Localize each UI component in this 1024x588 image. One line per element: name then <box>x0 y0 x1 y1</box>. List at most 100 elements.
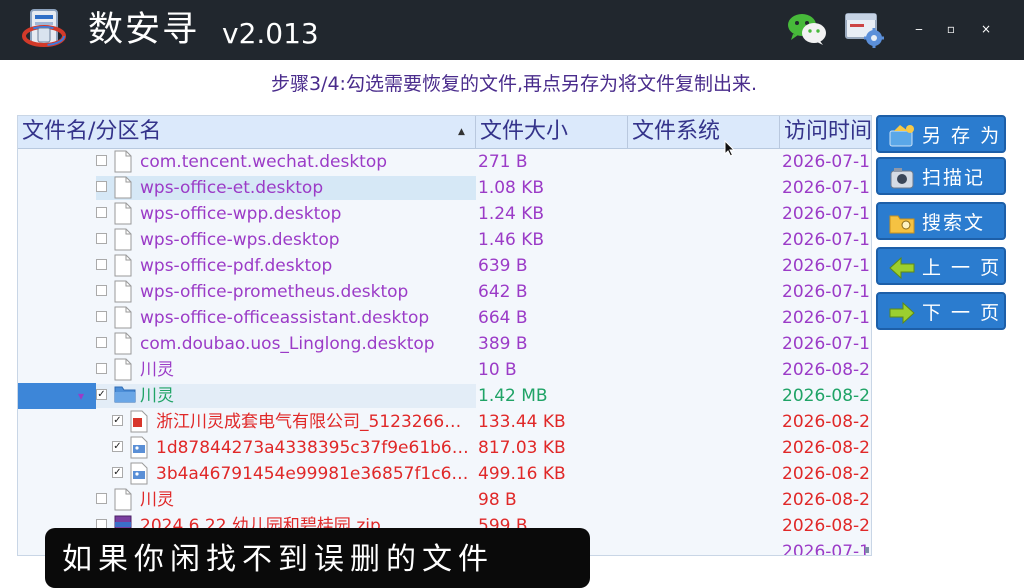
image-icon <box>130 462 148 485</box>
table-row[interactable]: wps-office-wps.desktop 1.46 KB 2026-07-1 <box>18 227 871 253</box>
file-name: wps-office-officeassistant.desktop <box>140 308 430 328</box>
file-size: 1.24 KB <box>478 204 545 224</box>
row-checkbox[interactable]: ✓ <box>96 389 107 400</box>
file-name: com.tencent.wechat.desktop <box>140 152 388 172</box>
image-icon <box>130 436 148 459</box>
arrow-right-icon <box>889 301 915 325</box>
sort-arrow-icon: ▲ <box>458 127 465 137</box>
access-time: 2026-07-1 <box>782 256 870 276</box>
row-checkbox[interactable]: ✓ <box>112 467 123 478</box>
file-table[interactable]: 文件名/分区名 ▲ 文件大小 文件系统 访问时间 com.tencent.wec… <box>17 115 872 556</box>
row-checkbox[interactable]: ✓ <box>112 441 123 452</box>
file-size: 133.44 KB <box>478 412 566 432</box>
table-row[interactable]: wps-office-pdf.desktop 639 B 2026-07-1 <box>18 253 871 279</box>
minimize-button[interactable]: ‒ <box>909 18 929 40</box>
access-time: 2026-07-1 <box>782 542 870 556</box>
pdf-icon <box>130 410 148 433</box>
access-time: 2026-08-2 <box>782 360 870 380</box>
video-caption: 如果你闲找不到误删的文件 <box>62 542 494 577</box>
file-icon <box>114 150 132 173</box>
settings-window-icon[interactable] <box>844 10 884 48</box>
file-icon <box>114 332 132 355</box>
access-time: 2026-07-1 <box>782 308 870 328</box>
table-row[interactable]: ▾ ✓ 川灵 1.42 MB 2026-08-2 <box>18 383 871 409</box>
arrow-left-icon <box>889 256 915 280</box>
row-checkbox[interactable] <box>96 181 107 192</box>
row-checkbox[interactable] <box>96 311 107 322</box>
next-page-button[interactable]: 下 一 页 <box>876 292 1006 330</box>
file-size: 389 B <box>478 334 528 354</box>
table-row[interactable]: wps-office-wpp.desktop 1.24 KB 2026-07-1 <box>18 201 871 227</box>
table-row[interactable]: ✓ 1d87844273a4338395c37f9e61b692… 817.03 K… <box>18 435 871 461</box>
next-page-label: 下 一 页 <box>922 302 1002 324</box>
app-version: v2.013 <box>222 17 319 50</box>
column-header-name[interactable]: 文件名/分区名 <box>18 116 476 148</box>
mouse-cursor-icon <box>724 140 736 157</box>
save-as-icon <box>889 125 914 147</box>
save-as-button[interactable]: 另 存 为 <box>876 115 1006 153</box>
file-name: 3b4a46791454e99981e36857f1c61d… <box>156 464 474 484</box>
row-checkbox[interactable] <box>96 337 107 348</box>
file-name: 川灵 <box>140 386 174 406</box>
table-row[interactable]: wps-office-et.desktop 1.08 KB 2026-07-1 <box>18 175 871 201</box>
table-row[interactable]: 川灵 10 B 2026-08-2 <box>18 357 871 383</box>
file-icon <box>114 228 132 251</box>
access-time: 2026-08-2 <box>782 464 870 484</box>
access-time: 2026-08-2 <box>782 438 870 458</box>
access-time: 2026-07-1 <box>782 178 870 198</box>
row-checkbox[interactable]: ✓ <box>112 415 123 426</box>
table-row[interactable]: wps-office-officeassistant.desktop 664 B 2… <box>18 305 871 331</box>
file-name: wps-office-pdf.desktop <box>140 256 333 276</box>
search-files-button[interactable]: 搜索文件 <box>876 202 1006 272</box>
wechat-icon[interactable] <box>787 12 827 46</box>
table-row[interactable]: wps-office-prometheus.desktop 642 B 2026-0… <box>18 279 871 305</box>
prev-page-label: 上 一 页 <box>922 257 1002 279</box>
file-name: wps-office-wps.desktop <box>140 230 340 250</box>
file-name: wps-office-et.desktop <box>140 178 324 198</box>
row-checkbox[interactable] <box>96 259 107 270</box>
file-name: com.doubao.uos_Linglong.desktop <box>140 334 435 354</box>
scan-history-icon <box>890 168 914 189</box>
access-time: 2026-07-1 <box>782 282 870 302</box>
table-row[interactable]: com.tencent.wechat.desktop 271 B 2026-07-1 <box>18 149 871 175</box>
file-size: 664 B <box>478 308 528 328</box>
folder-icon <box>114 384 136 407</box>
row-checkbox[interactable] <box>96 155 107 166</box>
file-name: 浙江川灵成套电气有限公司_5123266… <box>156 412 462 432</box>
table-row[interactable]: ✓ 浙江川灵成套电气有限公司_5123266… 133.44 KB 2026-08-2 <box>18 409 871 435</box>
file-icon <box>114 202 132 225</box>
scrollbar-thumb[interactable] <box>865 547 869 553</box>
row-checkbox[interactable] <box>96 285 107 296</box>
access-time: 2026-08-2 <box>782 386 870 406</box>
scan-history-button[interactable]: 扫描记录 <box>876 157 1006 227</box>
table-row[interactable]: com.doubao.uos_Linglong.desktop 389 B 2026… <box>18 331 871 357</box>
row-checkbox[interactable] <box>96 233 107 244</box>
maximize-button[interactable]: ▫ <box>941 18 961 40</box>
row-selection-marker <box>18 383 96 409</box>
file-size: 499.16 KB <box>478 464 566 484</box>
file-icon <box>114 254 132 277</box>
file-name: 1d87844273a4338395c37f9e61b692… <box>156 438 474 458</box>
file-size: 10 B <box>478 360 517 380</box>
file-icon <box>114 306 132 329</box>
row-checkbox[interactable] <box>96 493 107 504</box>
file-size: 1.42 MB <box>478 386 548 406</box>
column-header-filesystem[interactable]: 文件系统 <box>628 116 780 148</box>
row-checkbox[interactable] <box>96 363 107 374</box>
table-row[interactable]: 川灵 98 B 2026-08-2 <box>18 487 871 513</box>
file-size: 271 B <box>478 152 528 172</box>
table-row[interactable]: ✓ 3b4a46791454e99981e36857f1c61d… 499.16 K… <box>18 461 871 487</box>
column-header-access-time[interactable]: 访问时间 <box>780 116 871 148</box>
prev-page-button[interactable]: 上 一 页 <box>876 247 1006 285</box>
file-size: 1.08 KB <box>478 178 545 198</box>
file-icon <box>114 176 132 199</box>
expand-toggle-icon[interactable]: ▾ <box>78 383 84 409</box>
table-header: 文件名/分区名 ▲ 文件大小 文件系统 访问时间 <box>18 116 871 149</box>
file-icon <box>114 358 132 381</box>
file-icon <box>114 488 132 511</box>
close-button[interactable]: × <box>976 18 996 40</box>
file-name: 川灵 <box>140 490 174 510</box>
column-header-size[interactable]: 文件大小 <box>476 116 628 148</box>
row-checkbox[interactable] <box>96 207 107 218</box>
access-time: 2026-07-1 <box>782 334 870 354</box>
